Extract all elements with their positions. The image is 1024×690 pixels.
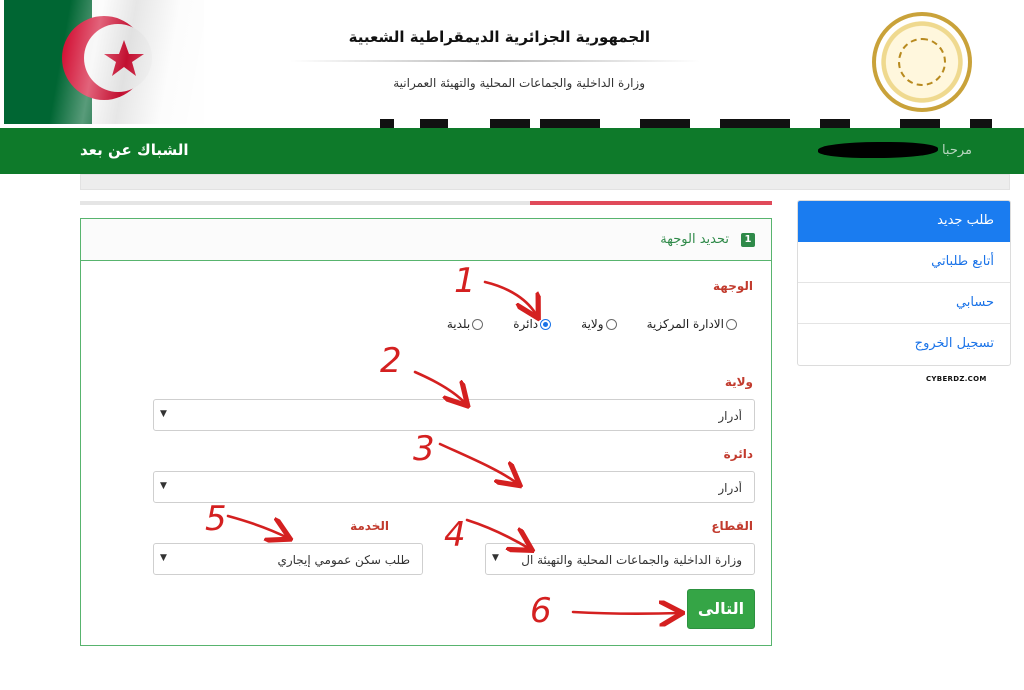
annotation-number-2: 2 <box>380 341 402 381</box>
annotation-number-4: 4 <box>444 515 466 555</box>
page: الجمهورية الجزائرية الديمقراطية الشعبية … <box>0 0 1024 690</box>
annotation-arrow-6 <box>571 612 680 614</box>
annotation-arrow-3 <box>438 442 518 484</box>
annotation-arrow-1 <box>483 280 537 316</box>
annotation-number-3: 3 <box>413 429 435 469</box>
annotation-number-5: 5 <box>205 499 227 539</box>
annotation-overlay: 1 2 3 4 5 6 <box>205 261 1024 631</box>
annotation-arrow-5 <box>226 514 288 538</box>
annotation-number-6: 6 <box>530 591 552 631</box>
annotation-number-1: 1 <box>454 261 476 301</box>
annotation-arrow-4 <box>465 518 530 549</box>
annotation-arrow-2 <box>413 370 466 404</box>
